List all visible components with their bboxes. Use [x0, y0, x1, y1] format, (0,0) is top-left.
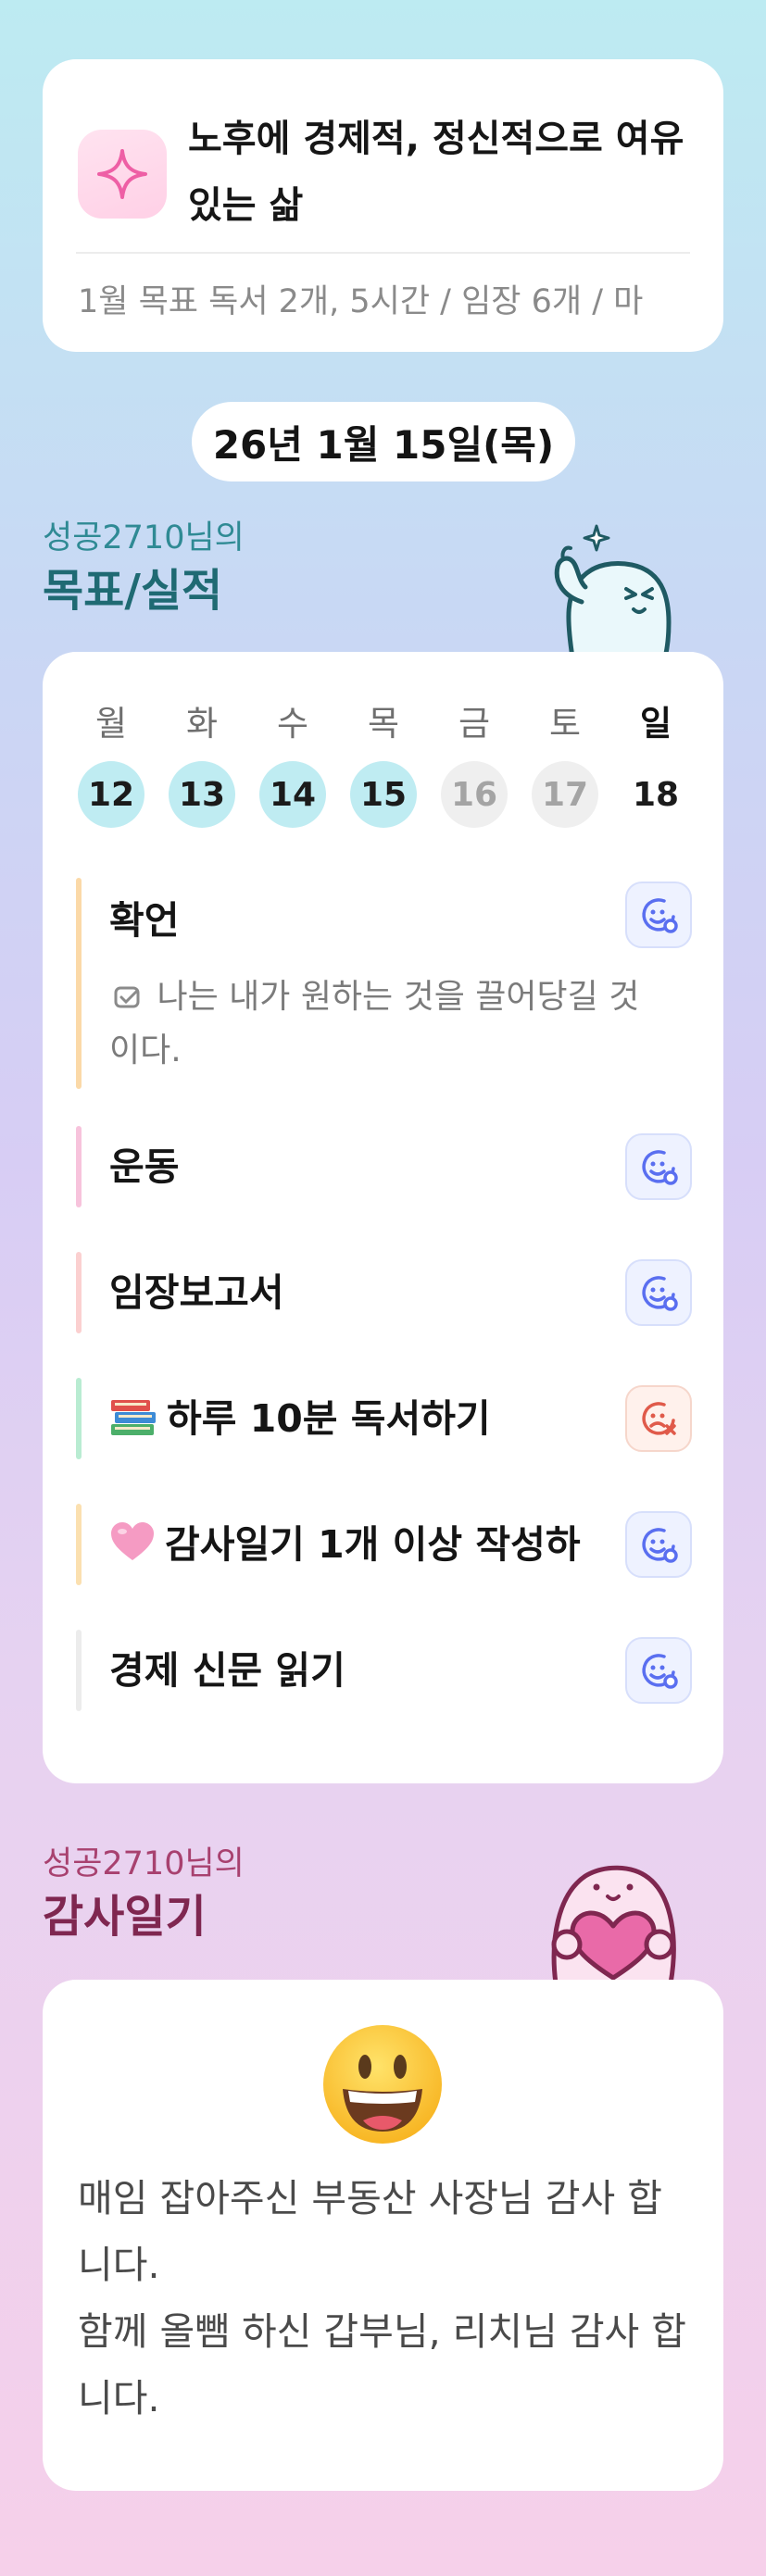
status-done-icon[interactable] [625, 1637, 692, 1704]
day-number: 18 [632, 775, 680, 814]
day-sun[interactable]: 일 18 [622, 700, 689, 828]
task-color-bar [76, 1504, 82, 1585]
status-done-icon[interactable] [625, 1259, 692, 1326]
status-failed-icon[interactable] [625, 1385, 692, 1452]
diary-subtitle: 성공2710님의 [43, 1845, 245, 1882]
day-label: 수 [276, 704, 309, 744]
ghost-mascot-icon [554, 524, 672, 657]
diary-line: 매임 잡아주신 부동산 사장님 감사 합니다. [78, 2176, 662, 2287]
day-sat[interactable]: 토 17 [532, 700, 598, 828]
day-label: 화 [185, 704, 219, 744]
day-mon[interactable]: 월 12 [78, 700, 144, 828]
task-note: 나는 내가 원하는 것을 끌어당길 것 이다. [109, 970, 656, 1078]
day-number: 17 [532, 761, 598, 828]
diary-text: 매임 잡아주신 부동산 사장님 감사 합니다. 함께 올뺌 하신 갑부님, 리치… [78, 2165, 689, 2432]
task-color-bar [76, 1378, 82, 1459]
memo-icon [114, 986, 140, 1008]
day-thu[interactable]: 목 15 [350, 700, 417, 828]
performance-card: 월 12 화 13 수 14 목 15 금 16 토 17 일 18 확언 나는… [43, 652, 723, 1783]
task-item[interactable]: 경제 신문 읽기 [76, 1630, 692, 1711]
sparkle-icon [78, 130, 167, 219]
grinning-face-icon [323, 2025, 442, 2144]
task-name: 경제 신문 읽기 [109, 1648, 345, 1693]
goal-card[interactable]: 노후에 경제적, 정신적으로 여유있는 삶 1월 목표 독서 2개, 5시간 /… [43, 59, 723, 352]
day-wed[interactable]: 수 14 [259, 700, 326, 828]
day-label: 일 [639, 704, 672, 744]
goal-title: 노후에 경제적, 정신적으로 여유있는 삶 [188, 118, 684, 227]
gratitude-diary-card[interactable]: 매임 잡아주신 부동산 사장님 감사 합니다. 함께 올뺌 하신 갑부님, 리치… [43, 1980, 723, 2491]
task-name-text: 하루 10분 독서하기 [167, 1396, 491, 1441]
day-label: 목 [367, 704, 400, 744]
status-done-icon[interactable] [625, 1133, 692, 1200]
books-icon [111, 1400, 156, 1435]
status-done-icon[interactable] [625, 1511, 692, 1578]
day-number: 12 [78, 761, 144, 828]
heart-mascot-icon [551, 1865, 676, 1983]
status-done-icon[interactable] [625, 882, 692, 948]
task-name: 임장보고서 [109, 1270, 284, 1315]
task-name-text: 감사일기 1개 이상 작성하 [165, 1522, 581, 1567]
pink-heart-icon [111, 1522, 154, 1560]
performance-title: 목표/실적 [43, 565, 223, 617]
task-color-bar [76, 1252, 82, 1333]
diary-title: 감사일기 [43, 1891, 207, 1943]
day-fri[interactable]: 금 16 [441, 700, 508, 828]
diary-line: 함께 올뺌 하신 갑부님, 리치님 감사 합니다. [78, 2309, 687, 2420]
task-item[interactable]: 하루 10분 독서하기 [76, 1378, 692, 1459]
week-calendar: 월 12 화 13 수 14 목 15 금 16 토 17 일 18 [78, 700, 689, 828]
day-number: 13 [169, 761, 235, 828]
divider [76, 252, 690, 254]
task-item[interactable]: 운동 [76, 1126, 692, 1207]
day-tue[interactable]: 화 13 [169, 700, 235, 828]
task-name: 하루 10분 독서하기 [109, 1391, 491, 1446]
day-number: 14 [259, 761, 326, 828]
task-name: 운동 [109, 1144, 180, 1189]
task-name: 확언 [109, 898, 180, 943]
date-selector[interactable]: 26년 1월 15일(목) [192, 402, 575, 481]
day-number: 15 [350, 761, 417, 828]
task-item[interactable]: 임장보고서 [76, 1252, 692, 1333]
day-label: 토 [548, 704, 582, 744]
task-name: 감사일기 1개 이상 작성하 [109, 1517, 581, 1572]
task-note-text: 나는 내가 원하는 것을 끌어당길 것 이다. [109, 978, 640, 1069]
task-color-bar [76, 1126, 82, 1207]
task-color-bar [76, 878, 82, 1089]
task-item[interactable]: 확언 나는 내가 원하는 것을 끌어당길 것 이다. [76, 878, 692, 1089]
monthly-goal-text: 1월 목표 독서 2개, 5시간 / 임장 6개 / 마 [78, 283, 644, 320]
day-label: 금 [458, 704, 491, 744]
task-item[interactable]: 감사일기 1개 이상 작성하 [76, 1504, 692, 1585]
day-label: 월 [94, 704, 128, 744]
task-color-bar [76, 1630, 82, 1711]
day-number: 16 [441, 761, 508, 828]
performance-subtitle: 성공2710님의 [43, 519, 245, 556]
